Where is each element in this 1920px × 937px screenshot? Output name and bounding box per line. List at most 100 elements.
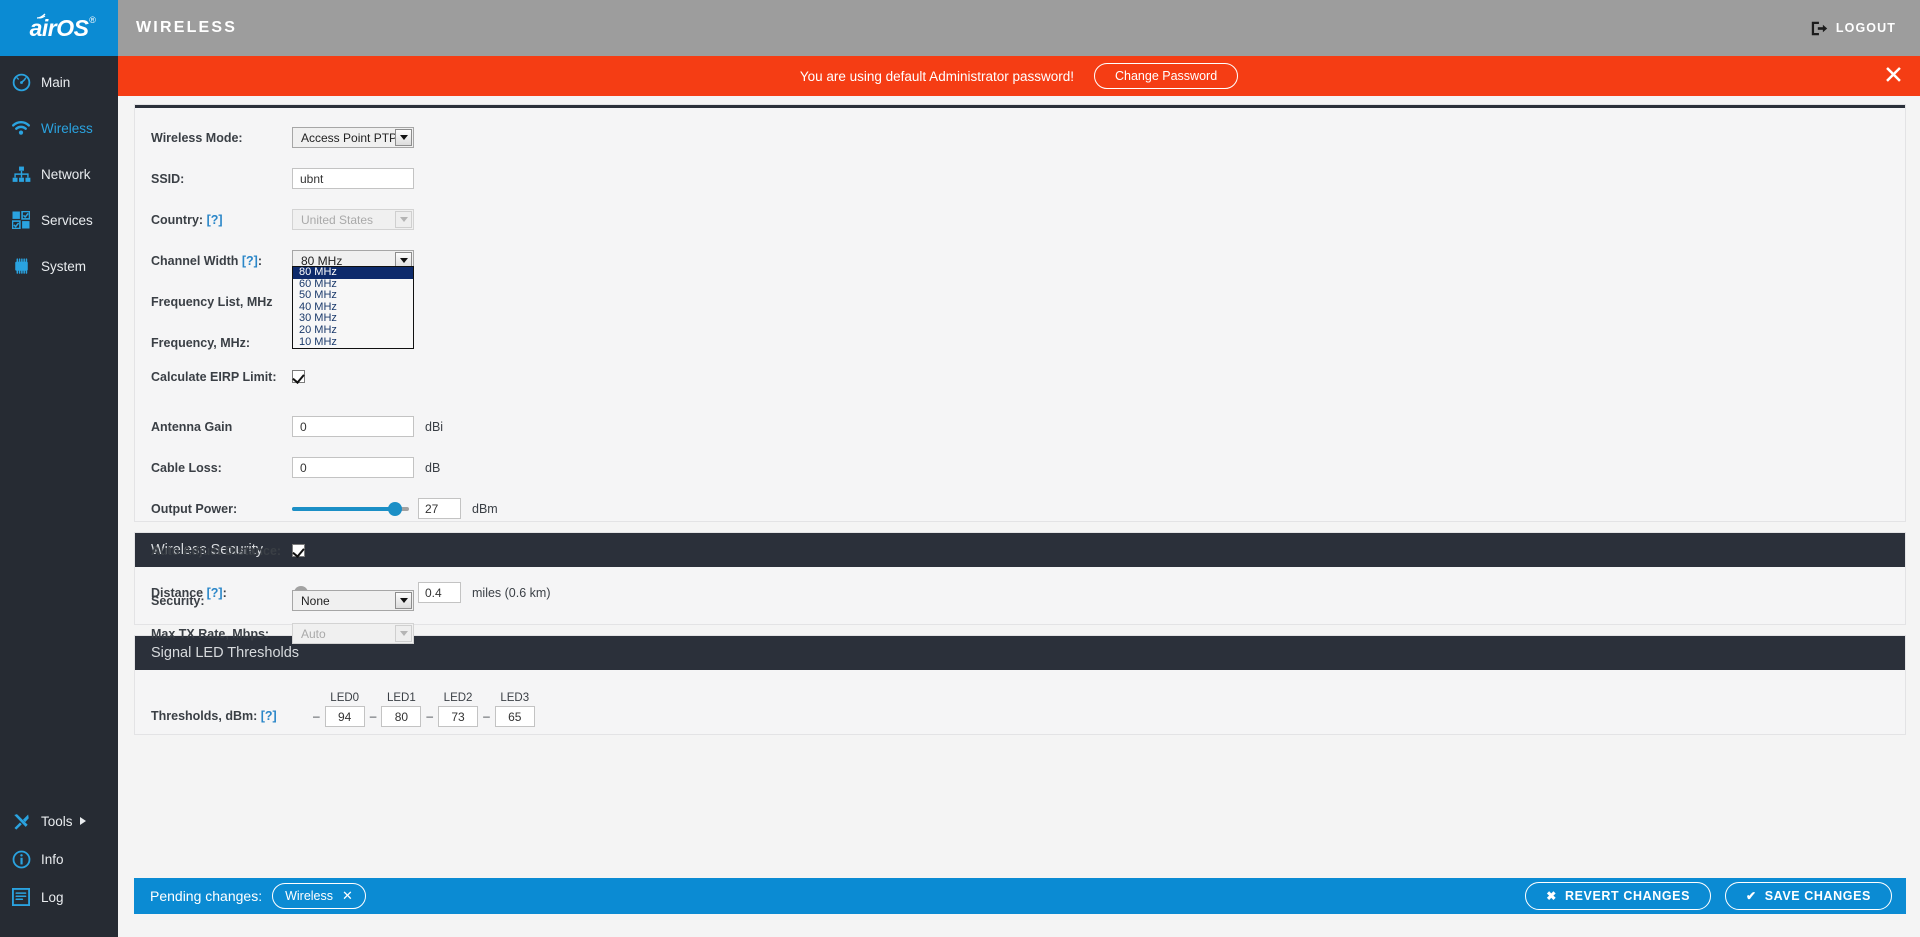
logo-text: airOS ® <box>30 13 96 42</box>
wireless-mode-select[interactable]: Access Point PTP <box>292 127 414 148</box>
cable-loss-input[interactable] <box>292 457 414 478</box>
security-label: Security: <box>151 593 205 608</box>
basic-wireless-settings-panel: Wireless Mode: Access Point PTP SSID: Co… <box>134 104 1906 644</box>
row-security: Security: None <box>151 585 1905 616</box>
led-threshold-input[interactable] <box>324 706 365 727</box>
led-dash: – <box>313 709 320 723</box>
channel-width-option[interactable]: 10 MHz <box>293 336 413 349</box>
sidebar-item-main[interactable]: Main <box>0 66 118 98</box>
antenna-gain-input[interactable] <box>292 416 414 437</box>
save-changes-button[interactable]: ✔ SAVE CHANGES <box>1725 882 1892 910</box>
row-wireless-mode: Wireless Mode: Access Point PTP <box>151 122 1905 153</box>
row-cable-loss: Cable Loss: dB <box>151 452 1905 483</box>
channel-width-option[interactable]: 20 MHz <box>293 324 413 337</box>
logo-registered: ® <box>89 14 96 25</box>
sidebar-item-network[interactable]: Network <box>0 158 118 190</box>
wireless-mode-value: Access Point PTP <box>301 130 398 145</box>
row-led-thresholds: Thresholds, dBm: [?] –LED0–LED1–LED2–LED… <box>151 692 1905 727</box>
chevron-right-icon <box>79 817 86 825</box>
row-calculate-eirp: Calculate EIRP Limit: <box>151 361 1905 392</box>
services-icon <box>10 209 32 231</box>
sidebar-item-system[interactable]: System <box>0 250 118 282</box>
pending-actions: ✖ REVERT CHANGES ✔ SAVE CHANGES <box>1511 882 1892 910</box>
channel-width-colon: : <box>257 253 263 268</box>
sidebar-item-label: Wireless <box>41 120 93 136</box>
led-dash: – <box>369 709 377 723</box>
signal-wave-icon <box>36 13 46 19</box>
country-help-icon[interactable]: [?] <box>207 213 223 227</box>
alert-message: You are using default Administrator pass… <box>799 68 1074 84</box>
output-power-input[interactable] <box>418 498 461 519</box>
signal-led-thresholds-panel: Signal LED Thresholds Thresholds, dBm: [… <box>134 635 1906 735</box>
led-threshold-group: –LED0–LED1–LED2–LED3 <box>308 692 535 727</box>
row-channel-width: Channel Width [?]: 80 MHz 80 MHz 60 MHz 50… <box>151 245 1905 350</box>
thresholds-help-icon[interactable]: [?] <box>261 709 277 723</box>
cross-icon: ✖ <box>1546 889 1557 903</box>
default-password-alert: You are using default Administrator pass… <box>118 56 1920 96</box>
wifi-icon <box>10 117 32 139</box>
antenna-gain-unit: dBi <box>425 419 444 434</box>
output-power-slider[interactable] <box>292 498 409 519</box>
security-select[interactable]: None <box>292 590 414 611</box>
led-threshold-input[interactable] <box>381 706 422 727</box>
chevron-down-icon <box>395 211 412 228</box>
row-ssid: SSID: <box>151 163 1905 194</box>
revert-changes-button[interactable]: ✖ REVERT CHANGES <box>1525 882 1712 910</box>
country-label: Country: [?] <box>151 213 292 227</box>
airos-wireless-page: airOS ® Main Wireless Network Services S… <box>0 0 1920 937</box>
row-antenna-gain: Antenna Gain dBi <box>151 411 1905 442</box>
country-value: United States <box>301 212 374 227</box>
sidebar-item-label: Main <box>41 74 71 90</box>
led-threshold-input[interactable] <box>438 706 479 727</box>
auto-adjust-distance-checkbox[interactable] <box>292 544 305 557</box>
max-tx-rate-label: Max TX Rate, Mbps: <box>151 626 270 641</box>
pending-changes-label: Pending changes: <box>150 888 263 904</box>
content-area: Wireless Mode: Access Point PTP SSID: Co… <box>134 104 1906 914</box>
country-label-text: Country: <box>151 212 204 227</box>
logout-button[interactable]: LOGOUT <box>1811 21 1896 36</box>
ssid-input[interactable] <box>292 168 414 189</box>
network-icon <box>10 163 32 185</box>
cable-loss-label: Cable Loss: <box>151 460 222 475</box>
led-threshold-item: LED1 <box>381 692 422 727</box>
sidebar-item-tools[interactable]: Tools <box>0 805 118 837</box>
slider-fill <box>292 507 395 511</box>
channel-width-dropdown[interactable]: 80 MHz 60 MHz 50 MHz 40 MHz 30 MHz 20 MHz 10 M… <box>292 266 414 350</box>
max-tx-rate-value: Auto <box>301 626 326 641</box>
sidebar-item-label: Network <box>41 166 91 182</box>
led-threshold-input[interactable] <box>494 706 535 727</box>
channel-width-option[interactable]: 80 MHz <box>293 266 413 279</box>
logout-icon <box>1811 21 1828 36</box>
close-icon[interactable]: ✕ <box>1883 63 1904 89</box>
chip-label: Wireless <box>285 889 334 903</box>
log-icon <box>10 886 32 908</box>
sidebar-item-label: Tools <box>41 813 73 829</box>
channel-width-label-text: Channel Width <box>151 253 239 268</box>
channel-width-label: Channel Width [?]: <box>151 254 292 268</box>
sidebar-item-info[interactable]: Info <box>0 843 118 875</box>
calculate-eirp-checkbox[interactable] <box>292 370 305 383</box>
chevron-down-icon <box>395 625 412 642</box>
sidebar-nav-bottom: Tools Info Log <box>0 805 118 919</box>
channel-width-help-icon[interactable]: [?] <box>242 254 258 268</box>
led-threshold-item: LED3 <box>494 692 535 727</box>
chevron-down-icon <box>395 129 412 146</box>
pending-changes-bar: Pending changes: Wireless ✕ ✖ REVERT CHA… <box>134 878 1906 914</box>
sidebar-nav: Main Wireless Network Services System <box>0 66 118 282</box>
slider-knob[interactable] <box>387 502 402 516</box>
wireless-mode-label: Wireless Mode: <box>151 130 243 145</box>
calculate-eirp-label: Calculate EIRP Limit: <box>151 369 277 384</box>
chevron-down-icon <box>395 592 412 609</box>
sidebar-item-log[interactable]: Log <box>0 881 118 913</box>
led-caption: LED3 <box>500 692 530 704</box>
sidebar-item-wireless[interactable]: Wireless <box>0 112 118 144</box>
row-auto-adjust-distance: Auto Adjust Distance: <box>151 535 1905 566</box>
sidebar-item-label: Services <box>41 212 93 228</box>
antenna-gain-label: Antenna Gain <box>151 419 233 434</box>
pending-change-chip-wireless[interactable]: Wireless ✕ <box>272 883 366 909</box>
airos-logo[interactable]: airOS ® <box>0 0 118 56</box>
close-icon[interactable]: ✕ <box>342 888 353 904</box>
sidebar-item-services[interactable]: Services <box>0 204 118 236</box>
change-password-button[interactable]: Change Password <box>1094 63 1239 89</box>
